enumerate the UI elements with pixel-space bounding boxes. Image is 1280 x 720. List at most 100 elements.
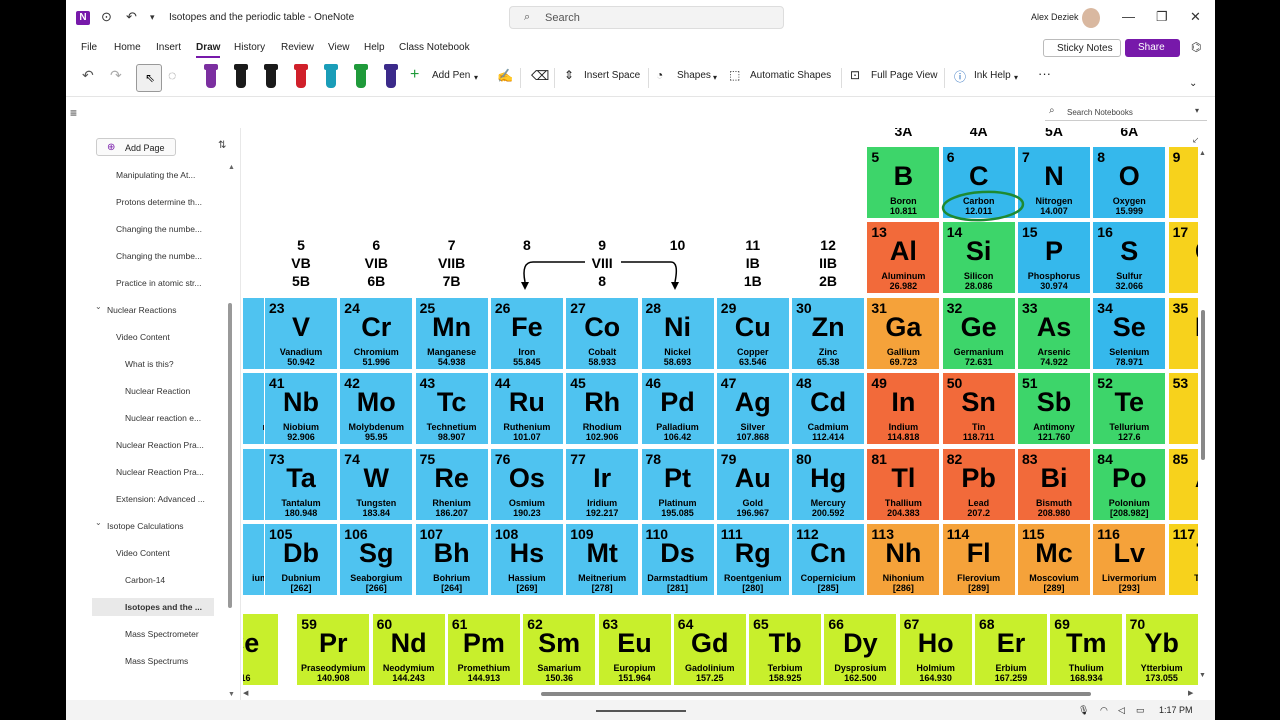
menu-class-notebook[interactable]: Class Notebook	[399, 42, 470, 53]
page-item[interactable]: Nuclear Reaction	[125, 386, 190, 396]
page-item[interactable]: Nuclear reaction e...	[125, 413, 201, 423]
search-placeholder: Search	[545, 12, 580, 24]
page-item[interactable]: Manipulating the At...	[116, 170, 195, 180]
horizontal-scroll-thumb[interactable]	[541, 692, 1091, 696]
chevron-down-icon[interactable]: ⌄	[95, 302, 102, 311]
ink-layer	[521, 190, 1025, 290]
add-page-icon: ⊕	[107, 142, 116, 153]
sticky-notes-button[interactable]: Sticky Notes	[1043, 39, 1121, 57]
pen-2-icon[interactable]	[234, 64, 248, 88]
page-canvas[interactable]: 3A 4A 5A 6A 5 B Boron 10.811 6 C Carbon 12.011 7 N Nit…	[243, 128, 1198, 688]
page-item[interactable]: Changing the numbe...	[116, 251, 202, 261]
page-item[interactable]: Nuclear Reaction Pra...	[116, 467, 204, 477]
page-item[interactable]: Carbon-14	[125, 575, 165, 585]
scroll-down-icon[interactable]: ▼	[1199, 672, 1206, 679]
page-item[interactable]: Practice in atomic str...	[116, 278, 202, 288]
pen-3-icon[interactable]	[264, 64, 278, 88]
ink-help-button[interactable]: Ink Help	[974, 70, 1011, 81]
menu-help[interactable]: Help	[364, 42, 385, 53]
feedback-icon[interactable]: ⌬	[1191, 40, 1201, 54]
chevron-down-icon: ▾	[1195, 106, 1200, 115]
automatic-shapes-button[interactable]: Automatic Shapes	[750, 70, 831, 81]
scroll-up-icon[interactable]: ▲	[228, 164, 235, 171]
share-button[interactable]: Share	[1125, 39, 1180, 57]
battery-icon[interactable]: ▭	[1136, 705, 1145, 716]
lasso-icon[interactable]: ◌	[168, 67, 176, 83]
customize-toolbar-icon[interactable]: ▾	[150, 12, 155, 23]
insert-space-button[interactable]: Insert Space	[584, 70, 640, 81]
scroll-down-icon[interactable]: ▼	[228, 691, 235, 698]
page-item[interactable]: Video Content	[116, 332, 170, 342]
full-page-view-button[interactable]: Full Page View	[871, 70, 938, 81]
page-item[interactable]: Protons determine th...	[116, 197, 202, 207]
search-notebooks-input[interactable]: ⌕ Search Notebooks ▾	[1045, 103, 1207, 121]
taskbar-indicator	[596, 710, 686, 712]
scroll-right-icon[interactable]: ▶	[1188, 689, 1193, 697]
sort-icon[interactable]: ⇅	[218, 140, 226, 151]
page-title-text: Isotopes and the periodic table	[169, 12, 306, 23]
pen-6-icon[interactable]	[354, 64, 368, 88]
page-item[interactable]: Extension: Advanced ...	[116, 494, 205, 504]
close-icon[interactable]: ✕	[1190, 9, 1201, 25]
page-item[interactable]: Mass Spectrums	[125, 656, 188, 666]
shapes-icon: ◔	[656, 68, 664, 82]
search-input[interactable]: ⌕ Search	[509, 6, 784, 29]
pen-1-icon[interactable]	[204, 64, 218, 88]
chevron-down-icon[interactable]: ⌄	[95, 518, 102, 527]
collapse-ribbon-icon[interactable]: ⌄	[1189, 78, 1197, 89]
vertical-scroll-thumb[interactable]	[1201, 310, 1205, 460]
chevron-down-icon: ▾	[474, 73, 479, 82]
undo-icon[interactable]: ↶	[82, 67, 94, 84]
microphone-icon[interactable]: 🎙	[1078, 705, 1089, 716]
volume-icon[interactable]: ◁	[1118, 705, 1125, 716]
wifi-icon[interactable]: ◠	[1100, 705, 1108, 716]
undo-icon[interactable]: ↶	[126, 9, 137, 25]
pen-7-icon[interactable]	[384, 64, 398, 88]
menu-history[interactable]: History	[234, 42, 265, 53]
insert-space-icon: ⇕	[564, 68, 575, 82]
menu-review[interactable]: Review	[281, 42, 314, 53]
divider	[648, 68, 649, 88]
section-group-item[interactable]: Isotope Calculations	[107, 521, 184, 531]
clock-time[interactable]: 1:17 PM	[1159, 705, 1193, 715]
page-item[interactable]: Video Content	[116, 548, 170, 558]
scroll-left-icon[interactable]: ◀	[243, 689, 248, 697]
shapes-button[interactable]: Shapes	[677, 70, 711, 81]
menu-file[interactable]: File	[81, 42, 97, 53]
bracket-arrow-left	[521, 282, 529, 290]
redo-icon[interactable]: ↷	[110, 67, 122, 84]
section-group-item[interactable]: Nuclear Reactions	[107, 305, 176, 315]
add-page-button[interactable]: ⊕ Add Page	[96, 138, 176, 156]
page-item[interactable]: Isotopes and the ...	[92, 598, 214, 616]
pen-5-icon[interactable]	[324, 64, 338, 88]
page-horizontal-scrollbar[interactable]: ◀ ▶	[243, 689, 1198, 699]
pen-4-icon[interactable]	[294, 64, 308, 88]
automatic-shapes-icon: ⬚	[729, 68, 741, 82]
divider	[944, 68, 945, 88]
add-pen-button[interactable]: Add Pen	[432, 70, 470, 81]
share-label: Share	[1138, 42, 1165, 53]
menu-home[interactable]: Home	[114, 42, 141, 53]
page-vertical-scrollbar[interactable]: ▲ ▼	[1199, 150, 1207, 680]
onenote-window: N ⊙ ↶ ▾ Isotopes and the periodic table …	[66, 0, 1215, 720]
page-item[interactable]: Changing the numbe...	[116, 224, 202, 234]
expand-icon[interactable]: ⤢	[1193, 134, 1198, 145]
sidebar-scrollbar[interactable]	[228, 303, 232, 608]
maximize-icon[interactable]: ❐	[1156, 9, 1168, 25]
select-tool-button[interactable]: ⇖	[136, 64, 162, 92]
avatar[interactable]	[1082, 8, 1100, 28]
page-item[interactable]: Mass Spectrometer	[125, 629, 199, 639]
menu-draw[interactable]: Draw	[196, 42, 221, 58]
page-item[interactable]: Nuclear Reaction Pra...	[116, 440, 204, 450]
back-icon[interactable]: ⊙	[101, 9, 112, 25]
hamburger-menu-icon[interactable]: ≡	[70, 106, 77, 120]
menu-view[interactable]: View	[328, 42, 350, 53]
eraser-icon[interactable]: ⌫	[531, 68, 549, 84]
scroll-up-icon[interactable]: ▲	[1199, 150, 1206, 157]
page-item[interactable]: What is this?	[125, 359, 174, 369]
more-options-button[interactable]: ···	[1038, 66, 1051, 81]
menu-insert[interactable]: Insert	[156, 42, 181, 53]
user-name[interactable]: Alex Deziek	[1031, 12, 1079, 22]
minimize-icon[interactable]: —	[1122, 9, 1135, 24]
ink-to-shape-icon[interactable]: ✍	[497, 68, 513, 84]
